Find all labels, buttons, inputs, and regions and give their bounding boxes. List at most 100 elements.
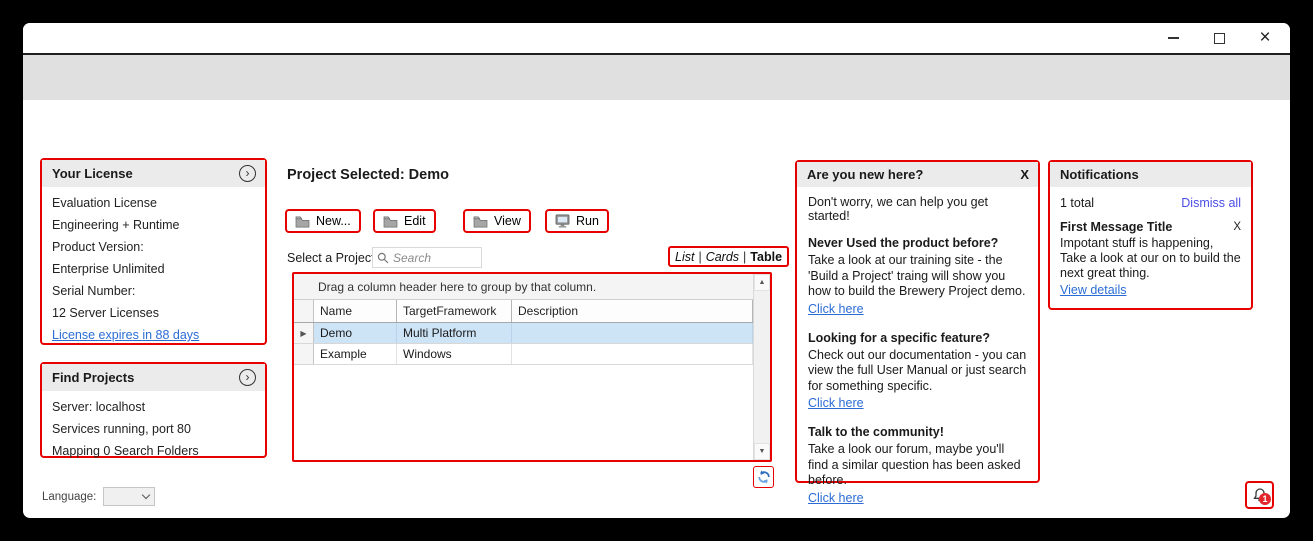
maximize-button[interactable] [1212, 31, 1226, 45]
view-toggle: List | Cards | Table [668, 246, 789, 267]
license-item: Evaluation License [52, 192, 255, 214]
help-click-here-link[interactable]: Click here [808, 396, 864, 410]
help-section-heading: Talk to the community! [808, 425, 1027, 439]
notifications-total: 1 total [1060, 196, 1094, 210]
run-project-button[interactable]: Run [545, 209, 609, 233]
new-project-label: New... [316, 214, 351, 228]
cell-targetframework: Windows [397, 344, 512, 364]
folder-icon [473, 215, 488, 228]
license-info-list: Evaluation License Engineering + Runtime… [42, 187, 265, 351]
find-projects-item: Services running, port 80 [52, 418, 255, 440]
dismiss-all-link[interactable]: Dismiss all [1181, 196, 1241, 210]
help-section-body: Take a look at our training site - the '… [808, 253, 1027, 300]
scroll-up-button[interactable]: ▲ [754, 274, 770, 291]
grid-header-row: Name TargetFramework Description [294, 300, 753, 323]
license-expires-link[interactable]: License expires in 88 days [52, 328, 199, 342]
select-project-label: Select a Project [287, 251, 375, 265]
notification-badge: 1 [1259, 493, 1271, 505]
cell-targetframework: Multi Platform [397, 323, 512, 343]
help-section-heading: Looking for a specific feature? [808, 331, 1027, 345]
close-button[interactable]: × [1258, 31, 1272, 45]
help-panel-title: Are you new here? [807, 167, 923, 182]
grid-group-hint[interactable]: Drag a column header here to group by th… [294, 274, 753, 300]
help-close-button[interactable]: X [1020, 167, 1029, 182]
app-window: × Your License › Evaluation License Engi… [23, 23, 1290, 518]
view-toggle-separator: | [743, 250, 746, 264]
scroll-down-button[interactable]: ▼ [754, 443, 770, 460]
help-section: Talk to the community! Take a look our f… [808, 425, 1027, 507]
row-selector: ▶ [294, 323, 314, 343]
grid-vertical-scrollbar[interactable]: ▲ ▼ [753, 274, 770, 460]
find-projects-title: Find Projects [52, 370, 134, 385]
view-toggle-table[interactable]: Table [750, 250, 782, 264]
scroll-down-icon: ▼ [759, 448, 766, 455]
column-header-name[interactable]: Name [314, 300, 397, 322]
table-row-demo[interactable]: ▶ Demo Multi Platform [294, 323, 753, 344]
notifications-title: Notifications [1060, 167, 1139, 182]
find-projects-header: Find Projects › [42, 364, 265, 391]
help-panel: Are you new here? X Don't worry, we can … [795, 160, 1040, 483]
notifications-header: Notifications [1050, 162, 1251, 187]
help-panel-header: Are you new here? X [797, 162, 1038, 187]
maximize-icon [1214, 33, 1225, 44]
cell-description [512, 323, 753, 343]
folder-icon [383, 215, 398, 228]
window-controls: × [1166, 23, 1272, 53]
license-item: Enterprise Unlimited [52, 258, 255, 280]
new-project-button[interactable]: New... [285, 209, 361, 233]
help-section: Looking for a specific feature? Check ou… [808, 331, 1027, 413]
help-section-body: Take a look our forum, maybe you'll find… [808, 442, 1027, 489]
license-expand-button[interactable]: › [239, 165, 256, 182]
page-title: Project Selected: Demo [287, 167, 449, 183]
view-details-link[interactable]: View details [1060, 283, 1126, 297]
run-project-label: Run [576, 214, 599, 228]
column-header-description[interactable]: Description [512, 300, 753, 322]
view-toggle-list[interactable]: List [675, 250, 694, 264]
notifications-panel: Notifications 1 total Dismiss all First … [1048, 160, 1253, 310]
minimize-icon [1168, 37, 1179, 39]
monitor-icon [555, 214, 570, 228]
search-icon [377, 252, 389, 264]
cell-name: Demo [314, 323, 397, 343]
help-section: Never Used the product before? Take a lo… [808, 236, 1027, 318]
notification-close-button[interactable]: X [1233, 221, 1241, 233]
edit-project-button[interactable]: Edit [373, 209, 436, 233]
folder-icon [295, 215, 310, 228]
language-label: Language: [42, 491, 96, 503]
view-toggle-cards[interactable]: Cards [706, 250, 739, 264]
cell-name: Example [314, 344, 397, 364]
table-row-example[interactable]: Example Windows [294, 344, 753, 365]
view-project-button[interactable]: View [463, 209, 531, 233]
grid-selector-header [294, 300, 314, 322]
notification-message-body: Impotant stuff is happening, Take a look… [1060, 236, 1241, 281]
project-grid: Drag a column header here to group by th… [292, 272, 772, 462]
row-selector [294, 344, 314, 364]
refresh-button[interactable] [753, 466, 774, 488]
language-dropdown[interactable] [103, 487, 155, 506]
project-search-box[interactable] [372, 247, 482, 268]
chevron-down-icon [142, 491, 150, 499]
find-projects-item: Mapping 0 Search Folders [52, 440, 255, 462]
help-click-here-link[interactable]: Click here [808, 491, 864, 505]
license-panel-header: Your License › [42, 160, 265, 187]
find-projects-list: Server: localhost Services running, port… [42, 391, 265, 467]
cell-description [512, 344, 753, 364]
minimize-button[interactable] [1166, 31, 1180, 45]
license-item: Product Version: [52, 236, 255, 258]
find-projects-panel: Find Projects › Server: localhost Servic… [40, 362, 267, 458]
help-section-body: Check out our documentation - you can vi… [808, 348, 1027, 395]
project-search-input[interactable] [393, 251, 473, 265]
refresh-icon [757, 470, 771, 484]
edit-project-label: Edit [404, 214, 426, 228]
language-row: Language: [42, 487, 155, 506]
notifications-bell-button[interactable]: 1 [1245, 481, 1274, 509]
title-bar: × [23, 23, 1290, 53]
help-click-here-link[interactable]: Click here [808, 302, 864, 316]
notifications-body: 1 total Dismiss all First Message Title … [1050, 187, 1251, 304]
find-projects-expand-button[interactable]: › [239, 369, 256, 386]
scroll-up-icon: ▲ [759, 279, 766, 286]
column-header-targetframework[interactable]: TargetFramework [397, 300, 512, 322]
license-item: Engineering + Runtime [52, 214, 255, 236]
help-intro: Don't worry, we can help you get started… [808, 195, 1027, 223]
help-body: Don't worry, we can help you get started… [797, 187, 1038, 513]
